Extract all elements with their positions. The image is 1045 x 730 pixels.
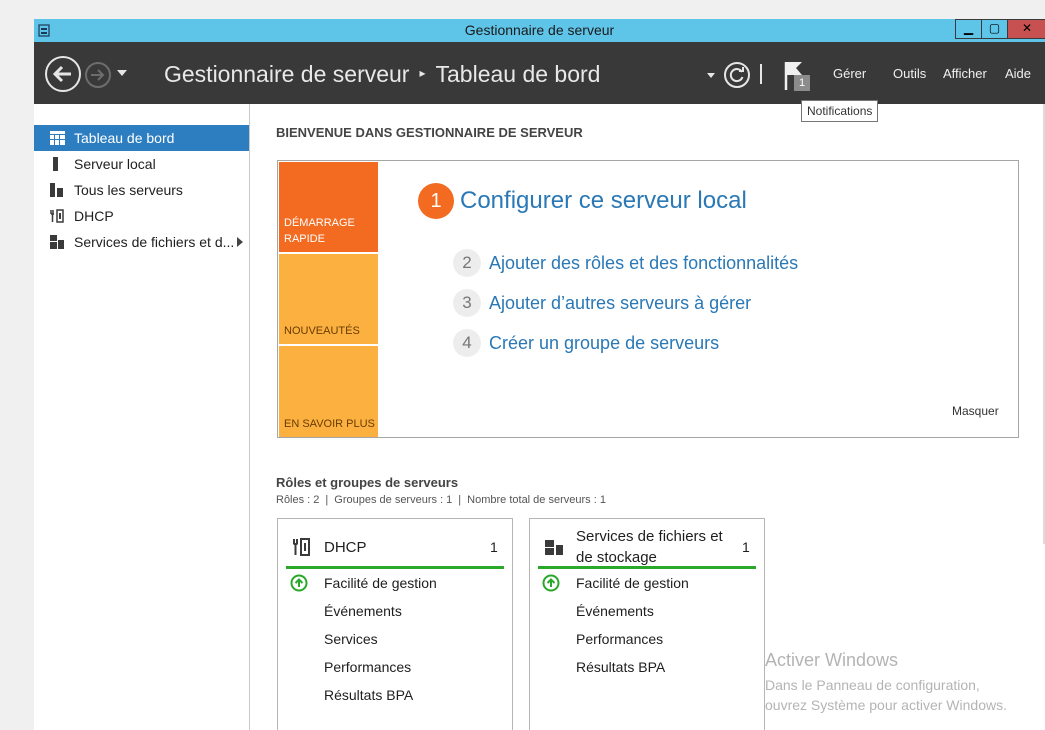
sidebar-item-label: Tableau de bord bbox=[74, 130, 175, 146]
window-title: Gestionnaire de serveur bbox=[464, 22, 615, 38]
hide-link[interactable]: Masquer bbox=[952, 404, 999, 418]
title-bar[interactable]: Gestionnaire de serveur ▁ ▢ ✕ bbox=[34, 19, 1045, 42]
welcome-heading: BIENVENUE DANS GESTIONNAIRE DE SERVEUR bbox=[276, 125, 583, 140]
tile-label: EN SAVOIR PLUS bbox=[284, 418, 375, 430]
dashboard-icon bbox=[50, 131, 65, 145]
summary-separator: | bbox=[325, 494, 329, 506]
step-link[interactable]: Ajouter d’autres serveurs à gérer bbox=[489, 293, 751, 313]
notifications-tooltip: Notifications bbox=[801, 100, 879, 122]
activation-watermark: Activer Windows Dans le Panneau de confi… bbox=[765, 650, 1007, 715]
back-button[interactable] bbox=[45, 56, 81, 92]
sidebar-item-dhcp[interactable]: DHCP bbox=[34, 203, 249, 229]
watermark-title: Activer Windows bbox=[765, 650, 899, 670]
server-icon bbox=[53, 157, 58, 171]
card-status-bar bbox=[286, 566, 504, 569]
tile-quick-start[interactable]: DÉMARRAGE RAPIDE bbox=[279, 162, 378, 252]
step-number: 2 bbox=[453, 249, 481, 277]
breadcrumb-current: Tableau de bord bbox=[435, 61, 601, 87]
card-title[interactable]: Services de fichiers et de stockage bbox=[576, 526, 723, 568]
sidebar-item-label: Tous les serveurs bbox=[74, 182, 183, 198]
menu-afficher[interactable]: Afficher bbox=[943, 66, 987, 81]
close-button[interactable]: ✕ bbox=[1007, 19, 1045, 39]
sidebar-item-all-servers[interactable]: Tous les serveurs bbox=[34, 177, 249, 203]
step-number: 3 bbox=[453, 289, 481, 317]
card-link-events[interactable]: Événements bbox=[324, 603, 402, 619]
roles-count: Rôles : 2 bbox=[276, 494, 320, 506]
card-link-manageability[interactable]: Facilité de gestion bbox=[324, 575, 437, 591]
tile-news[interactable]: NOUVEAUTÉS bbox=[279, 254, 378, 344]
status-ok-icon bbox=[290, 574, 308, 592]
step-number: 4 bbox=[453, 329, 481, 357]
breadcrumb-dropdown-icon[interactable] bbox=[707, 73, 715, 78]
groups-count: Groupes de serveurs : 1 bbox=[334, 494, 453, 506]
watermark-line: Dans le Panneau de configuration, bbox=[765, 677, 980, 693]
breadcrumb-root[interactable]: Gestionnaire de serveur bbox=[164, 61, 409, 87]
submenu-arrow-icon[interactable] bbox=[237, 237, 243, 247]
card-link-events[interactable]: Événements bbox=[576, 603, 654, 619]
step-link[interactable]: Créer un groupe de serveurs bbox=[489, 333, 719, 353]
dhcp-icon bbox=[293, 538, 310, 556]
card-link-bpa-results[interactable]: Résultats BPA bbox=[324, 687, 413, 703]
roles-summary: Rôles : 2 | Groupes de serveurs : 1 | Nombre… bbox=[276, 494, 606, 506]
role-card-dhcp[interactable]: DHCP 1 Facilité de gestion Événements Se… bbox=[277, 518, 513, 730]
menu-aide[interactable]: Aide bbox=[1005, 66, 1031, 81]
servers-icon bbox=[50, 183, 63, 197]
status-ok-icon bbox=[542, 574, 560, 592]
card-title[interactable]: DHCP bbox=[324, 539, 367, 556]
step-link[interactable]: Ajouter des rôles et des fonctionnalités bbox=[489, 253, 798, 273]
card-link-performance[interactable]: Performances bbox=[324, 659, 411, 675]
breadcrumb-separator-icon: ▸ bbox=[419, 65, 426, 80]
server-manager-window: Gestionnaire de serveur ▁ ▢ ✕ Gestionnai… bbox=[34, 19, 1045, 730]
back-arrow-icon bbox=[52, 65, 71, 83]
dashboard-content: BIENVENUE DANS GESTIONNAIRE DE SERVEUR D… bbox=[251, 104, 1045, 730]
menu-outils[interactable]: Outils bbox=[893, 66, 926, 81]
card-link-services[interactable]: Services bbox=[324, 631, 378, 647]
restore-button[interactable]: ▢ bbox=[981, 19, 1008, 39]
tile-label: NOUVEAUTÉS bbox=[284, 325, 360, 337]
total-servers-count: Nombre total de serveurs : 1 bbox=[467, 494, 606, 506]
step-link[interactable]: Configurer ce serveur local bbox=[460, 187, 747, 214]
notifications-count-badge: 1 bbox=[794, 75, 810, 91]
file-services-icon bbox=[545, 540, 563, 555]
roles-section-title: Rôles et groupes de serveurs bbox=[276, 475, 459, 490]
forward-button[interactable] bbox=[85, 62, 111, 88]
toolbar: Gestionnaire de serveur ▸ Tableau de bord … bbox=[34, 42, 1045, 104]
step-add-roles[interactable]: 2 Ajouter des rôles et des fonctionnalité… bbox=[453, 249, 798, 277]
step-add-servers[interactable]: 3 Ajouter d’autres serveurs à gérer bbox=[453, 289, 751, 317]
toolbar-divider bbox=[760, 64, 762, 84]
quick-start-panel: DÉMARRAGE RAPIDE NOUVEAUTÉS EN SAVOIR PL… bbox=[277, 160, 1019, 438]
dhcp-icon bbox=[50, 209, 64, 223]
summary-separator: | bbox=[458, 494, 462, 506]
card-status-bar bbox=[538, 566, 756, 569]
sidebar-item-local-server[interactable]: Serveur local bbox=[34, 151, 249, 177]
tile-learn-more[interactable]: EN SAVOIR PLUS bbox=[279, 346, 378, 437]
sidebar-item-label: Services de fichiers et d... bbox=[74, 234, 235, 250]
card-server-count[interactable]: 1 bbox=[742, 539, 750, 555]
role-card-file-services[interactable]: Services de fichiers et de stockage 1 Fa… bbox=[529, 518, 765, 730]
card-link-manageability[interactable]: Facilité de gestion bbox=[576, 575, 689, 591]
watermark-line: ouvrez Système pour activer Windows. bbox=[765, 697, 1007, 713]
step-create-server-group[interactable]: 4 Créer un groupe de serveurs bbox=[453, 329, 719, 357]
breadcrumb: Gestionnaire de serveur ▸ Tableau de bord bbox=[164, 61, 600, 88]
step-configure-local-server[interactable]: 1 Configurer ce serveur local bbox=[418, 183, 747, 219]
sidebar-item-dashboard[interactable]: Tableau de bord bbox=[34, 125, 249, 151]
card-title-line: de stockage bbox=[576, 549, 657, 566]
card-link-bpa-results[interactable]: Résultats BPA bbox=[576, 659, 665, 675]
forward-arrow-icon bbox=[91, 69, 105, 81]
refresh-icon bbox=[729, 67, 744, 83]
file-services-icon bbox=[50, 235, 64, 249]
card-server-count[interactable]: 1 bbox=[490, 539, 498, 555]
refresh-button[interactable] bbox=[724, 62, 750, 88]
step-number: 1 bbox=[418, 183, 454, 219]
history-dropdown-icon[interactable] bbox=[117, 70, 127, 76]
card-link-performance[interactable]: Performances bbox=[576, 631, 663, 647]
sidebar-item-label: Serveur local bbox=[74, 156, 156, 172]
menu-gerer[interactable]: Gérer bbox=[833, 66, 866, 81]
tile-label: DÉMARRAGE RAPIDE bbox=[284, 217, 355, 245]
sidebar-item-label: DHCP bbox=[74, 208, 114, 224]
sidebar-item-file-services[interactable]: Services de fichiers et d... bbox=[34, 229, 249, 255]
card-title-line: Services de fichiers et bbox=[576, 528, 723, 545]
minimize-button[interactable]: ▁ bbox=[955, 19, 982, 39]
sidebar: Tableau de bord Serveur local Tous les s… bbox=[34, 104, 250, 730]
